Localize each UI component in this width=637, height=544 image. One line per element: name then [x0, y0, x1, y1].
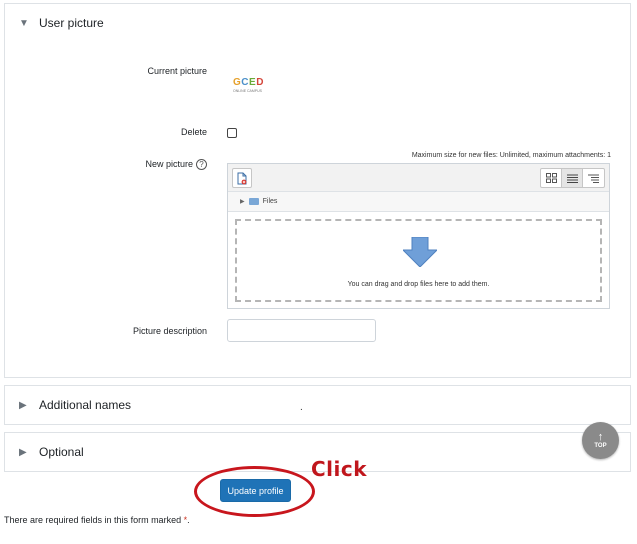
file-manager-toolbar	[228, 164, 609, 192]
user-picture-header[interactable]: ▼ User picture	[5, 4, 630, 42]
help-icon[interactable]: ?	[196, 159, 207, 171]
chevron-down-icon: ▼	[19, 17, 29, 29]
current-picture-label: Current picture	[147, 66, 207, 76]
stray-dot: .	[300, 402, 303, 413]
section-title: Additional names	[39, 398, 132, 412]
back-to-top-label: TOP	[594, 442, 607, 449]
arrow-down-icon	[403, 237, 437, 267]
back-to-top-button[interactable]: ↑ TOP	[582, 422, 619, 459]
tree-icon	[588, 174, 599, 183]
delete-checkbox[interactable]	[227, 128, 237, 138]
triangle-right-icon[interactable]: ▶	[240, 198, 245, 205]
current-picture-logo: GCED ONLINE CAMPUS	[233, 77, 273, 101]
click-annotation: Click	[311, 457, 368, 481]
required-fields-note: There are required fields in this form m…	[4, 515, 190, 525]
logo-subtitle: ONLINE CAMPUS	[233, 89, 262, 93]
chevron-right-icon: ▶	[19, 399, 27, 411]
view-icons-button[interactable]	[541, 169, 562, 187]
list-icon	[566, 174, 578, 183]
add-file-icon	[237, 172, 247, 184]
new-picture-label-text: New picture	[145, 159, 193, 169]
arrow-up-icon: ↑	[597, 430, 604, 443]
logo-letter-d: D	[256, 77, 264, 88]
update-profile-button[interactable]: Update profile	[220, 479, 291, 502]
picture-description-input[interactable]	[227, 319, 376, 342]
additional-names-header[interactable]: ▶ Additional names	[5, 386, 630, 424]
file-path-bar: ▶ Files	[228, 192, 609, 212]
logo-letters: GCED	[233, 77, 273, 89]
edit-profile-page: ▼ User picture Current picture GCED ONLI…	[0, 0, 637, 544]
drop-message: You can drag and drop files here to add …	[347, 281, 490, 288]
file-manager: ▶ Files You can drag and drop files here…	[227, 163, 610, 309]
additional-names-section: ▶ Additional names	[4, 385, 631, 425]
required-note-text: There are required fields in this form m…	[4, 515, 182, 525]
user-picture-section: ▼ User picture Current picture GCED ONLI…	[4, 3, 631, 378]
file-drop-zone[interactable]: You can drag and drop files here to add …	[235, 219, 602, 302]
delete-label: Delete	[180, 127, 207, 137]
required-note-period: .	[187, 515, 190, 525]
grid-icon	[545, 173, 557, 183]
folder-icon	[248, 198, 259, 205]
picture-description-label: Picture description	[132, 326, 207, 336]
new-picture-label: New picture?	[47, 159, 207, 171]
chevron-right-icon: ▶	[19, 446, 27, 458]
view-tree-button[interactable]	[583, 169, 604, 187]
section-title: User picture	[39, 16, 104, 30]
view-mode-switcher	[540, 168, 605, 188]
logo-letter-c: C	[241, 77, 250, 88]
view-list-button[interactable]	[562, 169, 583, 187]
path-label[interactable]: Files	[263, 198, 278, 205]
max-size-note: Maximum size for new files: Unlimited, m…	[411, 152, 611, 159]
add-file-button[interactable]	[232, 168, 252, 188]
section-title: Optional	[39, 445, 84, 459]
